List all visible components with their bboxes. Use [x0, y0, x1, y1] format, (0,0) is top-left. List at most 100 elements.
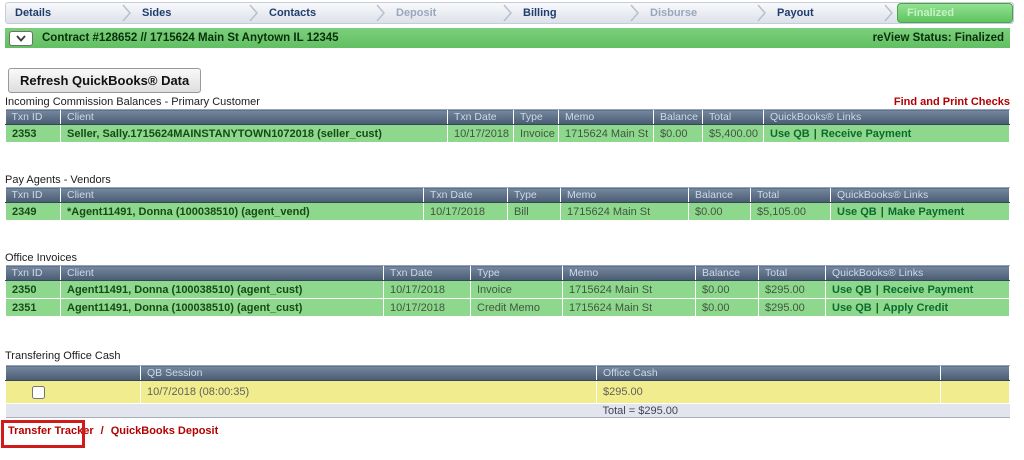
- type-cell: Invoice: [471, 281, 563, 299]
- use-qb-link[interactable]: Use QB: [832, 302, 872, 314]
- col-header-type: Type: [514, 110, 559, 125]
- refresh-quickbooks-button[interactable]: Refresh QuickBooks® Data: [8, 68, 201, 93]
- quickbooks-links-cell: Use QB|Make Payment: [831, 203, 1010, 221]
- memo-cell: 1715624 Main St: [561, 203, 689, 221]
- table-row: 2350 Agent11491, Donna (100038510) (agen…: [6, 281, 1010, 299]
- link-separator: /: [94, 425, 111, 437]
- balance-cell: $0.00: [654, 125, 703, 143]
- memo-cell: 1715624 Main St: [563, 299, 696, 317]
- section-title-pay-agents: Pay Agents - Vendors: [5, 174, 111, 186]
- select-cell: [6, 381, 141, 404]
- chevron-separator-icon: [628, 3, 641, 23]
- type-cell: Credit Memo: [471, 299, 563, 317]
- contract-title: Contract #128652 // 1715624 Main St Anyt…: [42, 32, 339, 44]
- transfer-tracker-link[interactable]: Transfer Tracker: [8, 425, 94, 437]
- col-header-balance: Balance: [696, 266, 759, 281]
- link-separator: |: [872, 284, 883, 296]
- chevron-separator-icon: [501, 3, 514, 23]
- header-row: Txn ID Client Txn Date Type Memo Balance…: [6, 188, 1010, 203]
- txn-date-cell: 10/17/2018: [448, 125, 514, 143]
- chevron-separator-icon: [755, 3, 768, 23]
- type-cell: Invoice: [514, 125, 559, 143]
- tab-deposit: Deposit: [387, 3, 501, 23]
- balance-cell: $0.00: [689, 203, 751, 221]
- tab-finalized[interactable]: Finalized: [897, 3, 1013, 23]
- header-row: QB Session Office Cash: [6, 366, 1010, 381]
- col-header-balance: Balance: [654, 110, 703, 125]
- col-header-memo: Memo: [561, 188, 689, 203]
- table-row: 2351 Agent11491, Donna (100038510) (agen…: [6, 299, 1010, 317]
- col-header-txn-id: Txn ID: [6, 266, 61, 281]
- col-header-client: Client: [61, 266, 384, 281]
- tab-disburse: Disburse: [641, 3, 755, 23]
- memo-cell: 1715624 Main St: [559, 125, 654, 143]
- receive-payment-link[interactable]: Receive Payment: [821, 128, 912, 140]
- section-title-transfering-office-cash: Transfering Office Cash: [5, 350, 121, 362]
- total-cell: $295.00: [759, 299, 826, 317]
- receive-payment-link[interactable]: Receive Payment: [883, 284, 974, 296]
- chevron-separator-icon: [247, 3, 260, 23]
- col-header-txn-date: Txn Date: [384, 266, 471, 281]
- transfer-row-checkbox[interactable]: [32, 386, 45, 399]
- col-header-qb-session: QB Session: [141, 366, 597, 381]
- total-cell: $5,400.00: [703, 125, 764, 143]
- incoming-commissions-table: Txn ID Client Txn Date Type Memo Balance…: [5, 109, 1010, 143]
- col-header-type: Type: [471, 266, 563, 281]
- col-header-client: Client: [61, 110, 448, 125]
- pay-agents-table: Txn ID Client Txn Date Type Memo Balance…: [5, 187, 1010, 221]
- chevron-separator-icon: [882, 3, 895, 23]
- total-cell: $295.00: [759, 281, 826, 299]
- use-qb-link[interactable]: Use QB: [770, 128, 810, 140]
- col-header-select: [6, 366, 141, 381]
- total-row: Total = $295.00: [6, 404, 1010, 418]
- link-separator: |: [810, 128, 821, 140]
- chevron-separator-icon: [120, 3, 133, 23]
- quickbooks-links-cell: Use QB|Receive Payment: [826, 281, 1010, 299]
- col-header-memo: Memo: [563, 266, 696, 281]
- tab-billing[interactable]: Billing: [514, 3, 628, 23]
- table-row: 2349 *Agent11491, Donna (100038510) (age…: [6, 203, 1010, 221]
- find-and-print-checks-link[interactable]: Find and Print Checks: [894, 96, 1010, 108]
- col-header-total: Total: [751, 188, 831, 203]
- make-payment-link[interactable]: Make Payment: [888, 206, 964, 218]
- col-header-type: Type: [508, 188, 561, 203]
- col-header-qb-links: QuickBooks® Links: [764, 110, 1010, 125]
- use-qb-link[interactable]: Use QB: [832, 284, 872, 296]
- txn-date-cell: 10/17/2018: [424, 203, 508, 221]
- qb-session-cell: 10/7/2018 (08:00:35): [141, 381, 597, 404]
- col-header-balance: Balance: [689, 188, 751, 203]
- col-header-memo: Memo: [559, 110, 654, 125]
- office-cash-cell: $295.00: [597, 381, 941, 404]
- link-separator: |: [877, 206, 888, 218]
- col-header-qb-links: QuickBooks® Links: [831, 188, 1010, 203]
- client-cell: *Agent11491, Donna (100038510) (agent_ve…: [61, 203, 424, 221]
- section-title-incoming-commissions: Incoming Commission Balances - Primary C…: [5, 96, 260, 108]
- txn-id-cell: 2349: [6, 203, 61, 221]
- chevron-down-icon: [16, 35, 26, 42]
- apply-credit-link[interactable]: Apply Credit: [883, 302, 948, 314]
- link-separator: |: [872, 302, 883, 314]
- tab-payout[interactable]: Payout: [768, 3, 882, 23]
- tab-contacts[interactable]: Contacts: [260, 3, 374, 23]
- section-title-office-invoices: Office Invoices: [5, 252, 77, 264]
- header-row: Txn ID Client Txn Date Type Memo Balance…: [6, 110, 1010, 125]
- col-header-txn-date: Txn Date: [424, 188, 508, 203]
- col-header-qb-links: QuickBooks® Links: [826, 266, 1010, 281]
- txn-date-cell: 10/17/2018: [384, 299, 471, 317]
- use-qb-link[interactable]: Use QB: [837, 206, 877, 218]
- tab-sides[interactable]: Sides: [133, 3, 247, 23]
- blank-cell: [941, 381, 1010, 404]
- col-header-client: Client: [61, 188, 424, 203]
- contract-bar: Contract #128652 // 1715624 Main St Anyt…: [5, 28, 1010, 48]
- blank-cell: [141, 404, 597, 418]
- tab-details[interactable]: Details: [6, 3, 120, 23]
- quickbooks-deposit-link[interactable]: QuickBooks Deposit: [111, 425, 219, 437]
- client-cell: Agent11491, Donna (100038510) (agent_cus…: [61, 299, 384, 317]
- memo-cell: 1715624 Main St: [563, 281, 696, 299]
- collapse-contract-button[interactable]: [9, 31, 33, 46]
- txn-id-cell: 2353: [6, 125, 61, 143]
- table-row: 10/7/2018 (08:00:35) $295.00: [6, 381, 1010, 404]
- balance-cell: $0.00: [696, 281, 759, 299]
- client-cell: Agent11491, Donna (100038510) (agent_cus…: [61, 281, 384, 299]
- blank-cell: [941, 404, 1010, 418]
